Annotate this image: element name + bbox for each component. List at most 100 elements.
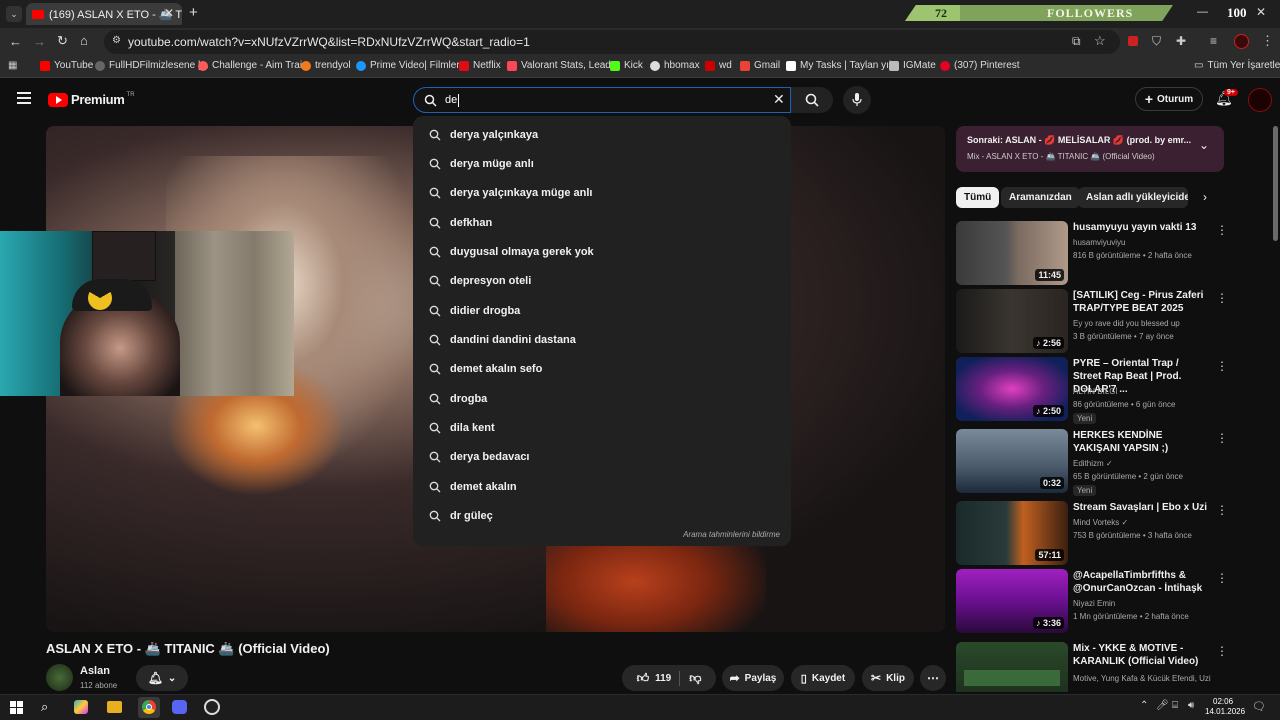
extension-red-icon[interactable]: [1128, 36, 1138, 46]
page-scrollbar[interactable]: [1273, 126, 1278, 241]
obs-icon[interactable]: [204, 699, 220, 715]
suggestion-item[interactable]: derya yalçınkaya müge anlı: [413, 178, 791, 207]
volume-icon[interactable]: 🔊︎: [1188, 700, 1194, 711]
chip-all[interactable]: Tümü: [956, 187, 1000, 208]
bookmark-item[interactable]: wd: [705, 60, 732, 71]
notifications-icon[interactable]: 🗨︎: [1252, 700, 1266, 713]
bookmark-item[interactable]: My Tasks | Taylan yıl...: [786, 60, 899, 71]
tray-chevron-icon[interactable]: ⌃: [1140, 700, 1148, 711]
bookmark-item[interactable]: Netflix: [459, 60, 501, 71]
more-vertical-icon[interactable]: ⋮: [1216, 571, 1228, 585]
browser-menu-icon[interactable]: ⋮: [1261, 33, 1274, 49]
recommended-video[interactable]: 0:32 HERKES KENDİNE YAKIŞANI YAPSIN ;) E…: [956, 429, 1246, 496]
search-icon[interactable]: ⌕: [41, 699, 48, 715]
close-tab-icon[interactable]: ✕: [164, 6, 174, 20]
channel-avatar[interactable]: [46, 664, 73, 691]
widgets-icon[interactable]: [74, 700, 88, 714]
more-vertical-icon[interactable]: ⋮: [1216, 644, 1228, 658]
forward-icon[interactable]: →: [33, 34, 46, 49]
save-button[interactable]: ▯ Kaydet: [791, 665, 855, 691]
sign-in-button[interactable]: + Oturum: [1135, 87, 1203, 111]
menu-icon[interactable]: [17, 92, 31, 104]
more-actions-button[interactable]: ⋯: [920, 665, 946, 691]
tab-search-button[interactable]: ⌄: [6, 6, 22, 22]
bookmark-item[interactable]: Prime Video| Filmler...: [356, 60, 467, 71]
recommended-mix[interactable]: Mix - YKKE & MOTIVE - KARANLIK (Official…: [956, 642, 1246, 692]
bookmark-item[interactable]: FullHDFilmizlesene |...: [95, 60, 209, 71]
report-suggestions-link[interactable]: Arama tahminlerini bildirme: [683, 530, 780, 539]
profile-avatar[interactable]: [1234, 34, 1249, 49]
url-bar[interactable]: ⚙ youtube.com/watch?v=xNUfzVZrrWQ&list=R…: [104, 30, 1120, 54]
suggestion-item[interactable]: derya yalçınkaya: [413, 120, 791, 149]
new-tab-button[interactable]: +: [189, 4, 198, 21]
more-vertical-icon[interactable]: ⋮: [1216, 431, 1228, 445]
more-vertical-icon[interactable]: ⋮: [1216, 291, 1228, 305]
clock-date[interactable]: 14.01.2026: [1205, 707, 1245, 716]
search-input[interactable]: de: [445, 94, 457, 106]
bookmark-item[interactable]: (307) Pinterest: [940, 60, 1020, 71]
bookmark-item[interactable]: Gmail: [740, 60, 780, 71]
recommended-video[interactable]: 11:45 husamyuyu yayın vakti 13 husamviyu…: [956, 221, 1246, 285]
more-vertical-icon[interactable]: ⋮: [1216, 223, 1228, 237]
microphone-tray-icon[interactable]: 🎤︎: [1156, 700, 1169, 711]
suggestion-item[interactable]: dila kent: [413, 413, 791, 442]
recommended-video[interactable]: ♪ 2:56 [SATILIK] Ceg - Pirus Zaferi TRAP…: [956, 289, 1246, 353]
clip-button[interactable]: ✂ Klip: [862, 665, 914, 691]
like-button[interactable]: 👍︎ 119: [637, 670, 681, 686]
recommended-video[interactable]: ♪ 3:36 @AcapellaTimbrfifths & @OnurCanOz…: [956, 569, 1246, 633]
discord-icon[interactable]: [172, 700, 187, 714]
back-icon[interactable]: ←: [9, 34, 22, 49]
home-icon[interactable]: ⌂: [80, 33, 88, 48]
search-box[interactable]: de ✕: [413, 87, 791, 113]
suggestion-item[interactable]: demet akalın: [413, 472, 791, 501]
bookmark-item[interactable]: Challenge - Aim Trai...: [198, 60, 310, 71]
voice-search-button[interactable]: [843, 86, 871, 114]
more-vertical-icon[interactable]: ⋮: [1216, 503, 1228, 517]
all-bookmarks[interactable]: ▭ Tüm Yer İşaretleri: [1194, 60, 1280, 71]
channel-name[interactable]: Aslan: [80, 665, 110, 677]
windows-start-icon[interactable]: [10, 701, 23, 714]
suggestion-item[interactable]: derya müge anlı: [413, 149, 791, 178]
shield-icon[interactable]: ⛉: [1152, 34, 1161, 49]
suggestion-item[interactable]: drogba: [413, 384, 791, 413]
network-icon[interactable]: ⌸: [1172, 700, 1178, 711]
suggestion-item[interactable]: depresyon oteli: [413, 266, 791, 295]
suggestion-item[interactable]: demet akalın sefo: [413, 354, 791, 383]
extensions-icon[interactable]: ✚: [1176, 34, 1186, 48]
close-window-icon[interactable]: ✕: [1256, 5, 1266, 19]
bookmark-item[interactable]: IGMate: [889, 60, 936, 71]
apps-grid-icon[interactable]: ▦: [8, 60, 17, 71]
bookmark-item[interactable]: hbomax: [650, 60, 700, 71]
chevron-down-icon[interactable]: ⌄: [1199, 138, 1209, 152]
youtube-logo[interactable]: Premium TR: [48, 92, 135, 107]
clock-time[interactable]: 02:06: [1213, 697, 1233, 706]
site-info-icon[interactable]: ⚙: [112, 35, 121, 46]
chip-related[interactable]: Aramanızdan: [1001, 187, 1080, 208]
suggestion-item[interactable]: defkhan: [413, 208, 791, 237]
chrome-icon[interactable]: [138, 697, 160, 718]
more-vertical-icon[interactable]: ⋮: [1216, 359, 1228, 373]
suggestion-item[interactable]: dr güleç: [413, 501, 791, 530]
clear-search-icon[interactable]: ✕: [773, 91, 785, 108]
recommended-video[interactable]: ♪ 2:50 PYRE – Oriental Trap / Street Rap…: [956, 357, 1246, 424]
bookmark-item[interactable]: Kick: [610, 60, 643, 71]
bookmark-item[interactable]: Valorant Stats, Lead...: [507, 60, 619, 71]
playlist-next-panel[interactable]: Sonraki: ASLAN - 💋 MELİSALAR 💋 (prod. by…: [956, 126, 1224, 172]
subscribe-bell-button[interactable]: 🔔︎ ⌄: [136, 665, 188, 691]
install-icon[interactable]: ⧉: [1072, 34, 1081, 49]
file-explorer-icon[interactable]: [107, 701, 122, 713]
share-button[interactable]: ➦ Paylaş: [722, 665, 784, 691]
recommended-video[interactable]: 57:11 Stream Savaşları | Ebo x Uzi Mind …: [956, 501, 1246, 565]
account-avatar[interactable]: [1248, 88, 1272, 112]
media-icon[interactable]: ≡: [1210, 34, 1217, 48]
suggestion-item[interactable]: didier drogba: [413, 296, 791, 325]
minimize-icon[interactable]: —: [1197, 6, 1208, 18]
chip-uploader[interactable]: Aslan adlı yükleyiciden: [1078, 187, 1188, 208]
suggestion-item[interactable]: derya bedavacı: [413, 442, 791, 471]
bookmark-item[interactable]: trendyol: [301, 60, 351, 71]
dislike-button[interactable]: 👎︎: [685, 671, 701, 686]
search-button[interactable]: [791, 87, 833, 113]
chevron-right-icon[interactable]: ›: [1203, 190, 1207, 204]
bookmark-item[interactable]: YouTube: [40, 60, 93, 71]
suggestion-item[interactable]: dandini dandini dastana: [413, 325, 791, 354]
